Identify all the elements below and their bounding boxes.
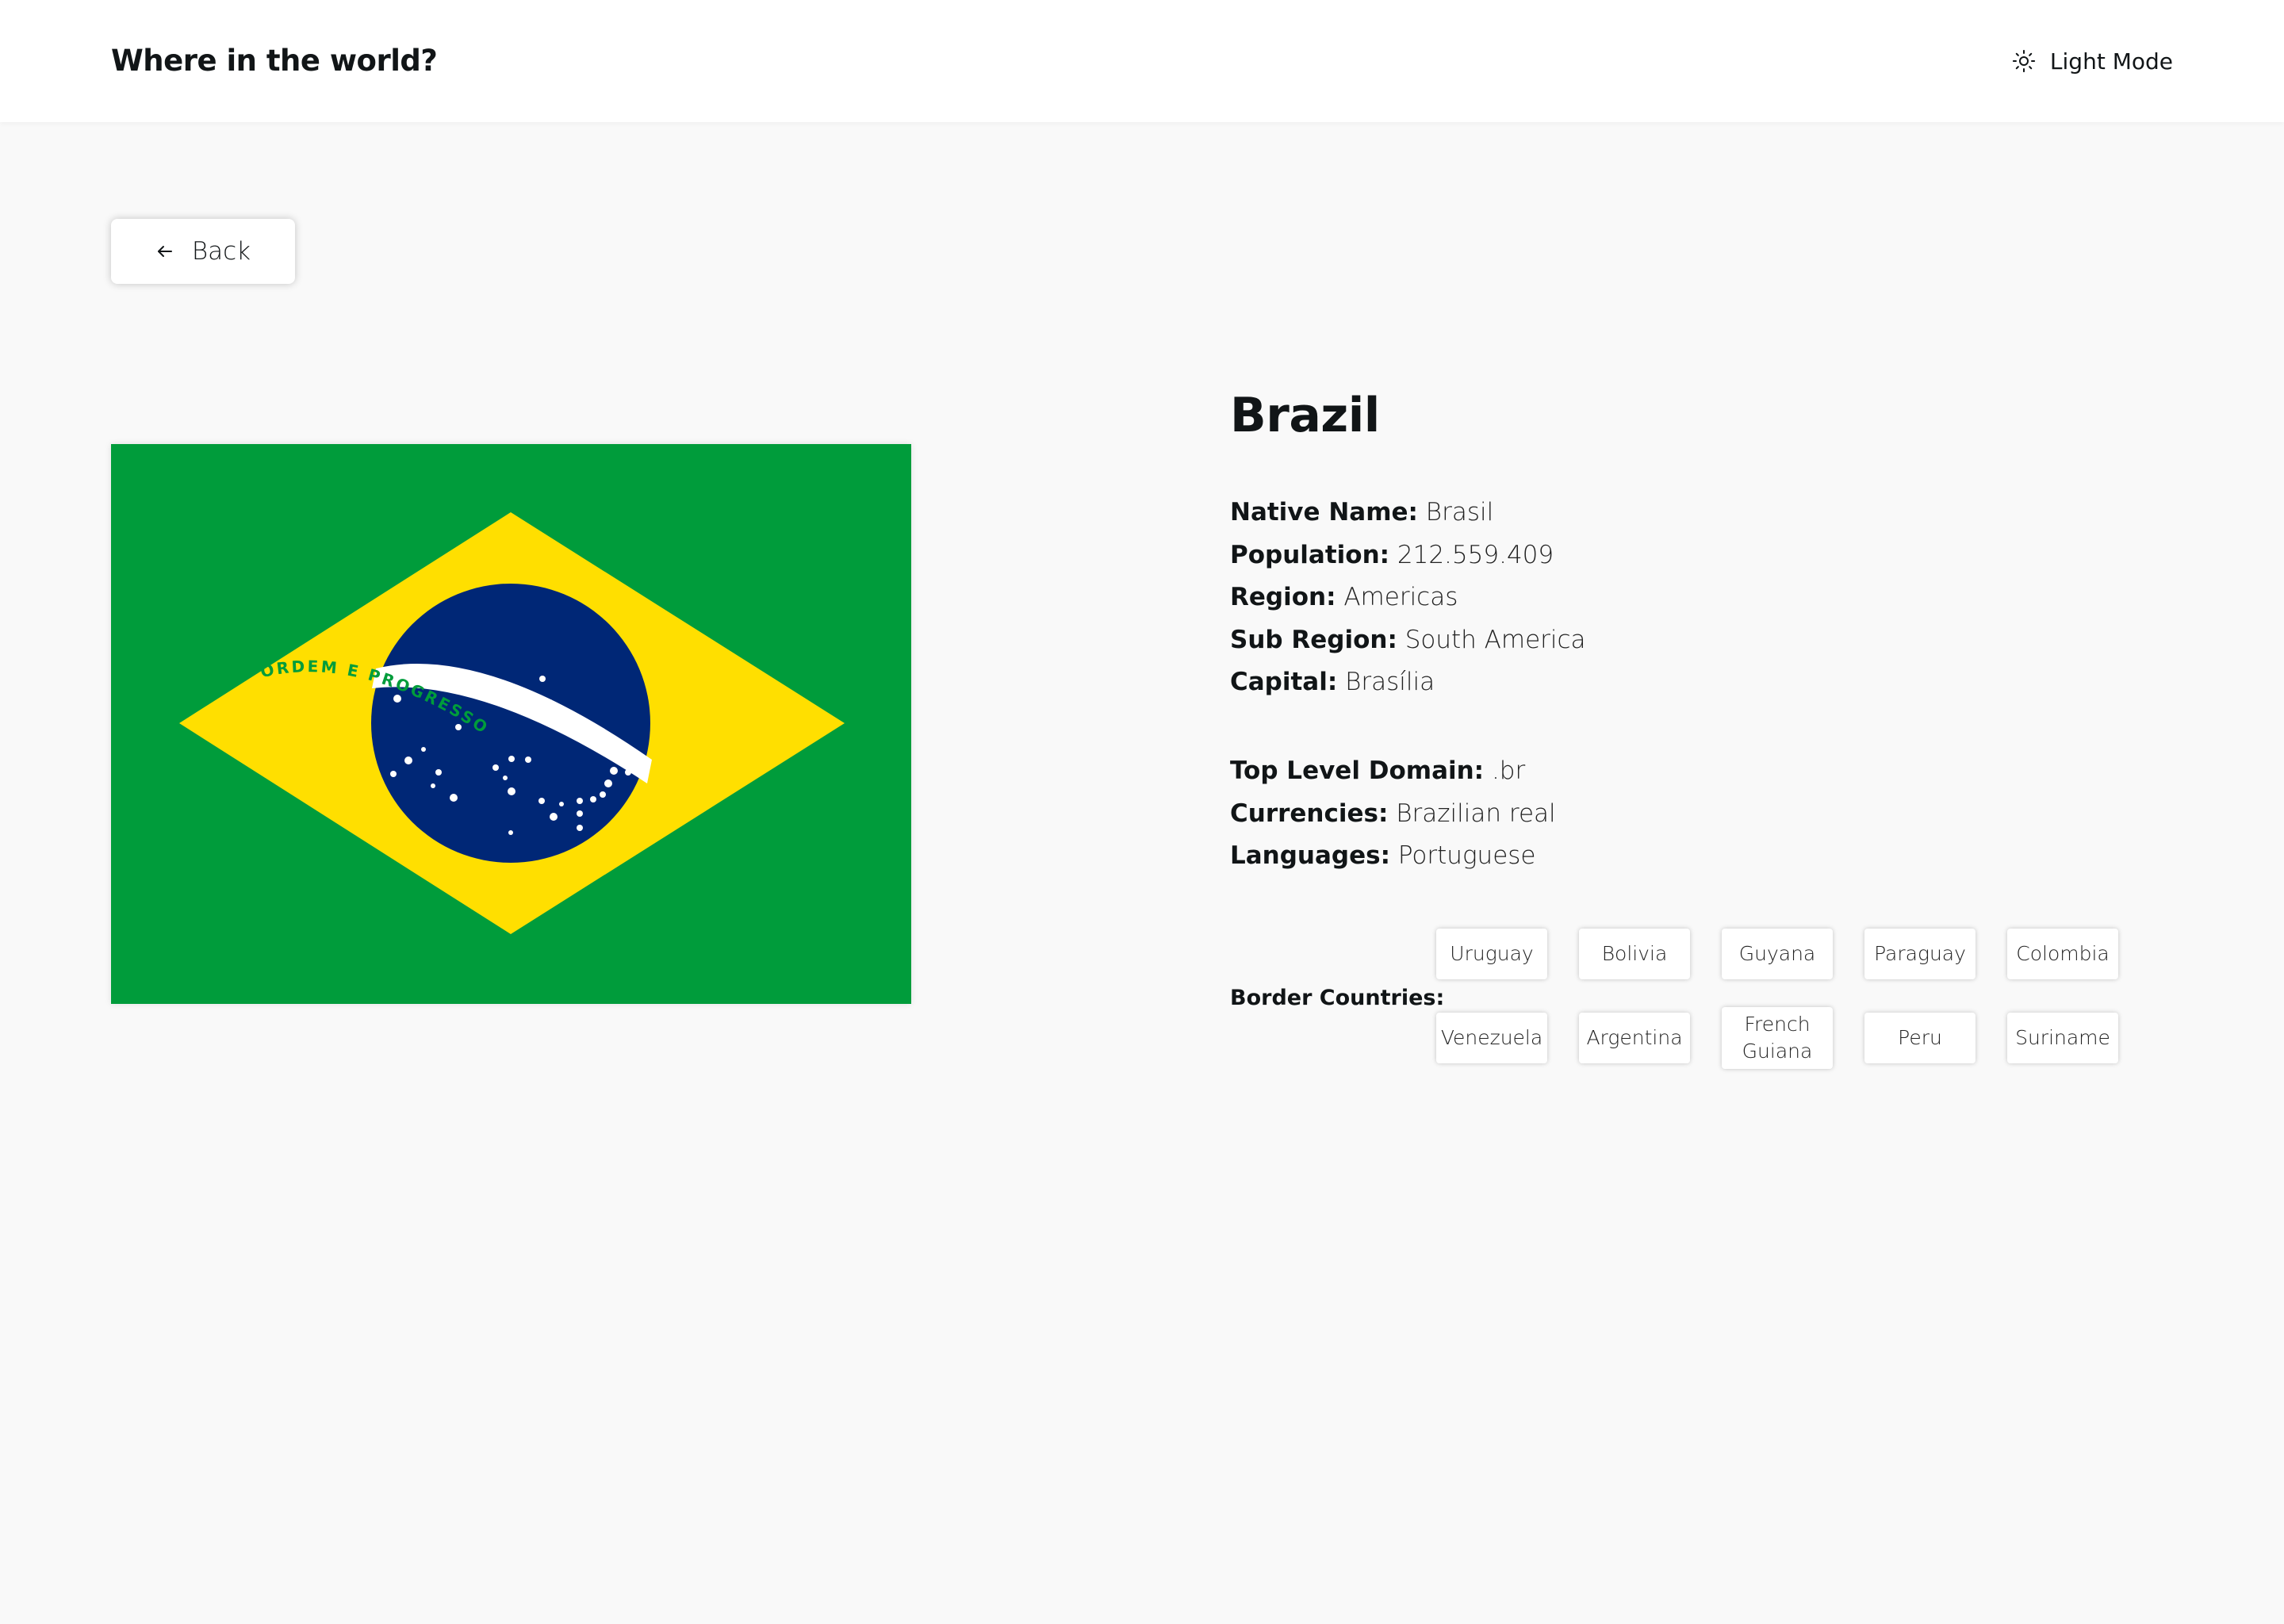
native-name-row: Native Name: Brasil [1230, 492, 1586, 534]
currencies-row: Currencies: Brazilian real [1230, 793, 1556, 836]
flag-blue-globe [371, 584, 650, 863]
info-label: Currencies: [1230, 799, 1389, 828]
border-country-button[interactable]: Suriname [2007, 1013, 2118, 1063]
arrow-left-icon [155, 242, 174, 261]
border-country-button[interactable]: Colombia [2007, 929, 2118, 979]
secondary-info-list: Top Level Domain: .br Currencies: Brazil… [1230, 750, 1556, 878]
app-header: Where in the world? Light Mode [0, 0, 2284, 122]
primary-info-list: Native Name: Brasil Population: 212.559.… [1230, 492, 1586, 704]
border-country-button[interactable]: Bolivia [1579, 929, 1690, 979]
info-label: Native Name: [1230, 498, 1418, 527]
info-value: South America [1405, 625, 1586, 654]
border-countries-label: Border Countries: [1230, 986, 1445, 1010]
brazil-flag-image: ORDEM E PROGRESSO [111, 444, 911, 1004]
info-value: Brazilian real [1396, 799, 1556, 828]
back-button-label: Back [191, 237, 251, 266]
sub-region-row: Sub Region: South America [1230, 619, 1586, 662]
border-country-button[interactable]: Peru [1864, 1013, 1976, 1063]
info-value: 212.559.409 [1397, 540, 1554, 569]
info-label: Capital: [1230, 668, 1338, 696]
info-value: .br [1491, 756, 1526, 785]
region-row: Region: Americas [1230, 576, 1586, 619]
population-row: Population: 212.559.409 [1230, 534, 1586, 577]
info-label: Sub Region: [1230, 625, 1397, 654]
border-country-button[interactable]: French Guiana [1722, 1007, 1833, 1069]
top-level-domain-row: Top Level Domain: .br [1230, 750, 1556, 793]
border-country-button[interactable]: Guyana [1722, 929, 1833, 979]
sun-icon [2012, 49, 2036, 73]
border-country-button[interactable]: Venezuela [1436, 1013, 1547, 1063]
info-label: Population: [1230, 540, 1390, 569]
info-label: Region: [1230, 583, 1336, 611]
info-value: Portuguese [1397, 841, 1536, 870]
border-country-button[interactable]: Paraguay [1864, 929, 1976, 979]
country-flag: ORDEM E PROGRESSO [111, 444, 911, 1004]
info-value: Brasília [1345, 668, 1435, 696]
country-name: Brazil [1230, 388, 1380, 443]
info-label: Top Level Domain: [1230, 756, 1485, 785]
border-countries-list: Uruguay Bolivia Guyana Paraguay Colombia… [1436, 929, 2120, 1069]
languages-row: Languages: Portuguese [1230, 835, 1556, 878]
back-button[interactable]: Back [111, 219, 295, 284]
info-value: Brasil [1425, 498, 1494, 527]
capital-row: Capital: Brasília [1230, 661, 1586, 704]
theme-toggle-button[interactable]: Light Mode [2012, 41, 2173, 81]
info-value: Americas [1343, 583, 1458, 611]
app-title: Where in the world? [111, 44, 438, 78]
border-country-button[interactable]: Argentina [1579, 1013, 1690, 1063]
border-country-button[interactable]: Uruguay [1436, 929, 1547, 979]
theme-toggle-label: Light Mode [2049, 48, 2173, 75]
info-label: Languages: [1230, 841, 1390, 870]
